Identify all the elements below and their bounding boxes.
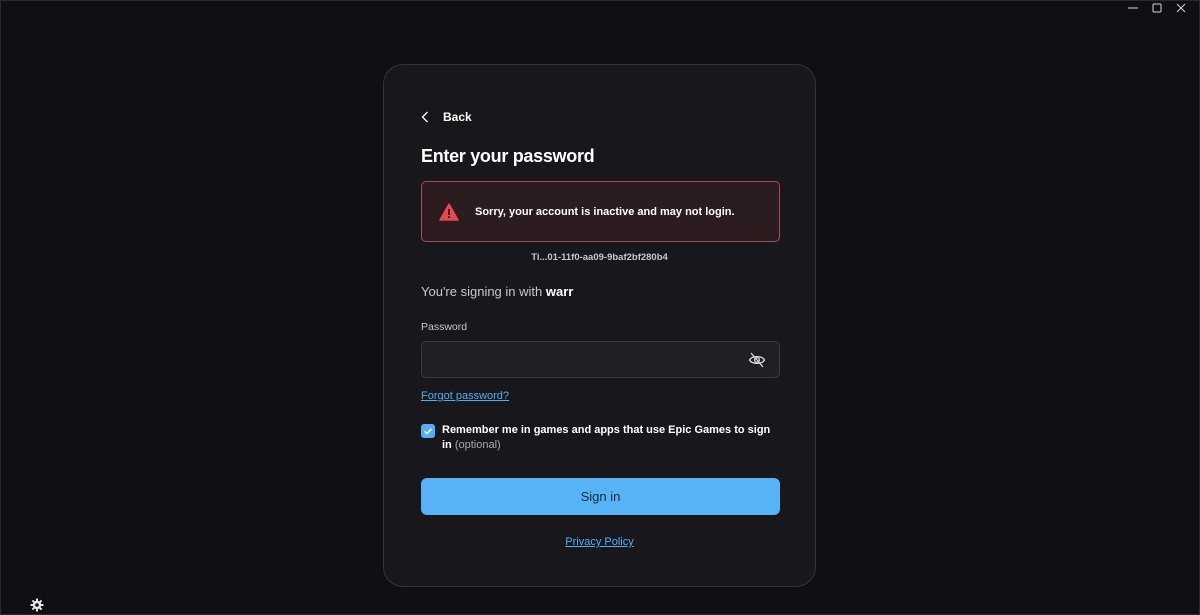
sign-in-button[interactable]: Sign in bbox=[421, 478, 780, 515]
checkmark-icon bbox=[424, 428, 433, 435]
error-message: Sorry, your account is inactive and may … bbox=[475, 205, 735, 218]
remember-me-option: Remember me in games and apps that use E… bbox=[421, 423, 781, 453]
remember-me-optional: (optional) bbox=[454, 439, 501, 451]
privacy-policy: Privacy Policy bbox=[384, 536, 815, 548]
back-button[interactable]: Back bbox=[421, 110, 472, 124]
remember-me-label[interactable]: Remember me in games and apps that use E… bbox=[442, 423, 781, 453]
error-alert: Sorry, your account is inactive and may … bbox=[421, 181, 780, 242]
back-label: Back bbox=[443, 110, 472, 124]
password-label: Password bbox=[421, 321, 468, 333]
minimize-icon[interactable] bbox=[1121, 1, 1145, 15]
signing-prefix: You're signing in with bbox=[421, 284, 546, 299]
chevron-left-icon bbox=[421, 110, 431, 124]
page-title: Enter your password bbox=[421, 146, 595, 166]
signing-in-text: You're signing in with warr bbox=[421, 284, 573, 299]
privacy-policy-link[interactable]: Privacy Policy bbox=[565, 536, 633, 548]
eye-off-icon[interactable] bbox=[748, 351, 766, 369]
correlation-id: Ti...01-11f0-aa09-9baf2bf280b4 bbox=[531, 252, 668, 263]
forgot-password-link[interactable]: Forgot password? bbox=[421, 390, 509, 402]
close-icon[interactable] bbox=[1169, 1, 1193, 15]
app-window: Back Enter your password Sorry, your acc… bbox=[0, 0, 1200, 615]
gear-icon[interactable] bbox=[30, 598, 44, 612]
warning-triangle-icon bbox=[439, 202, 459, 221]
remember-me-checkbox[interactable] bbox=[421, 424, 435, 438]
password-input[interactable] bbox=[422, 342, 736, 379]
window-controls bbox=[1121, 1, 1193, 15]
signing-account: warr bbox=[545, 284, 574, 299]
maximize-icon[interactable] bbox=[1145, 1, 1169, 15]
login-card: Back Enter your password Sorry, your acc… bbox=[383, 64, 816, 587]
password-field[interactable] bbox=[421, 341, 780, 379]
